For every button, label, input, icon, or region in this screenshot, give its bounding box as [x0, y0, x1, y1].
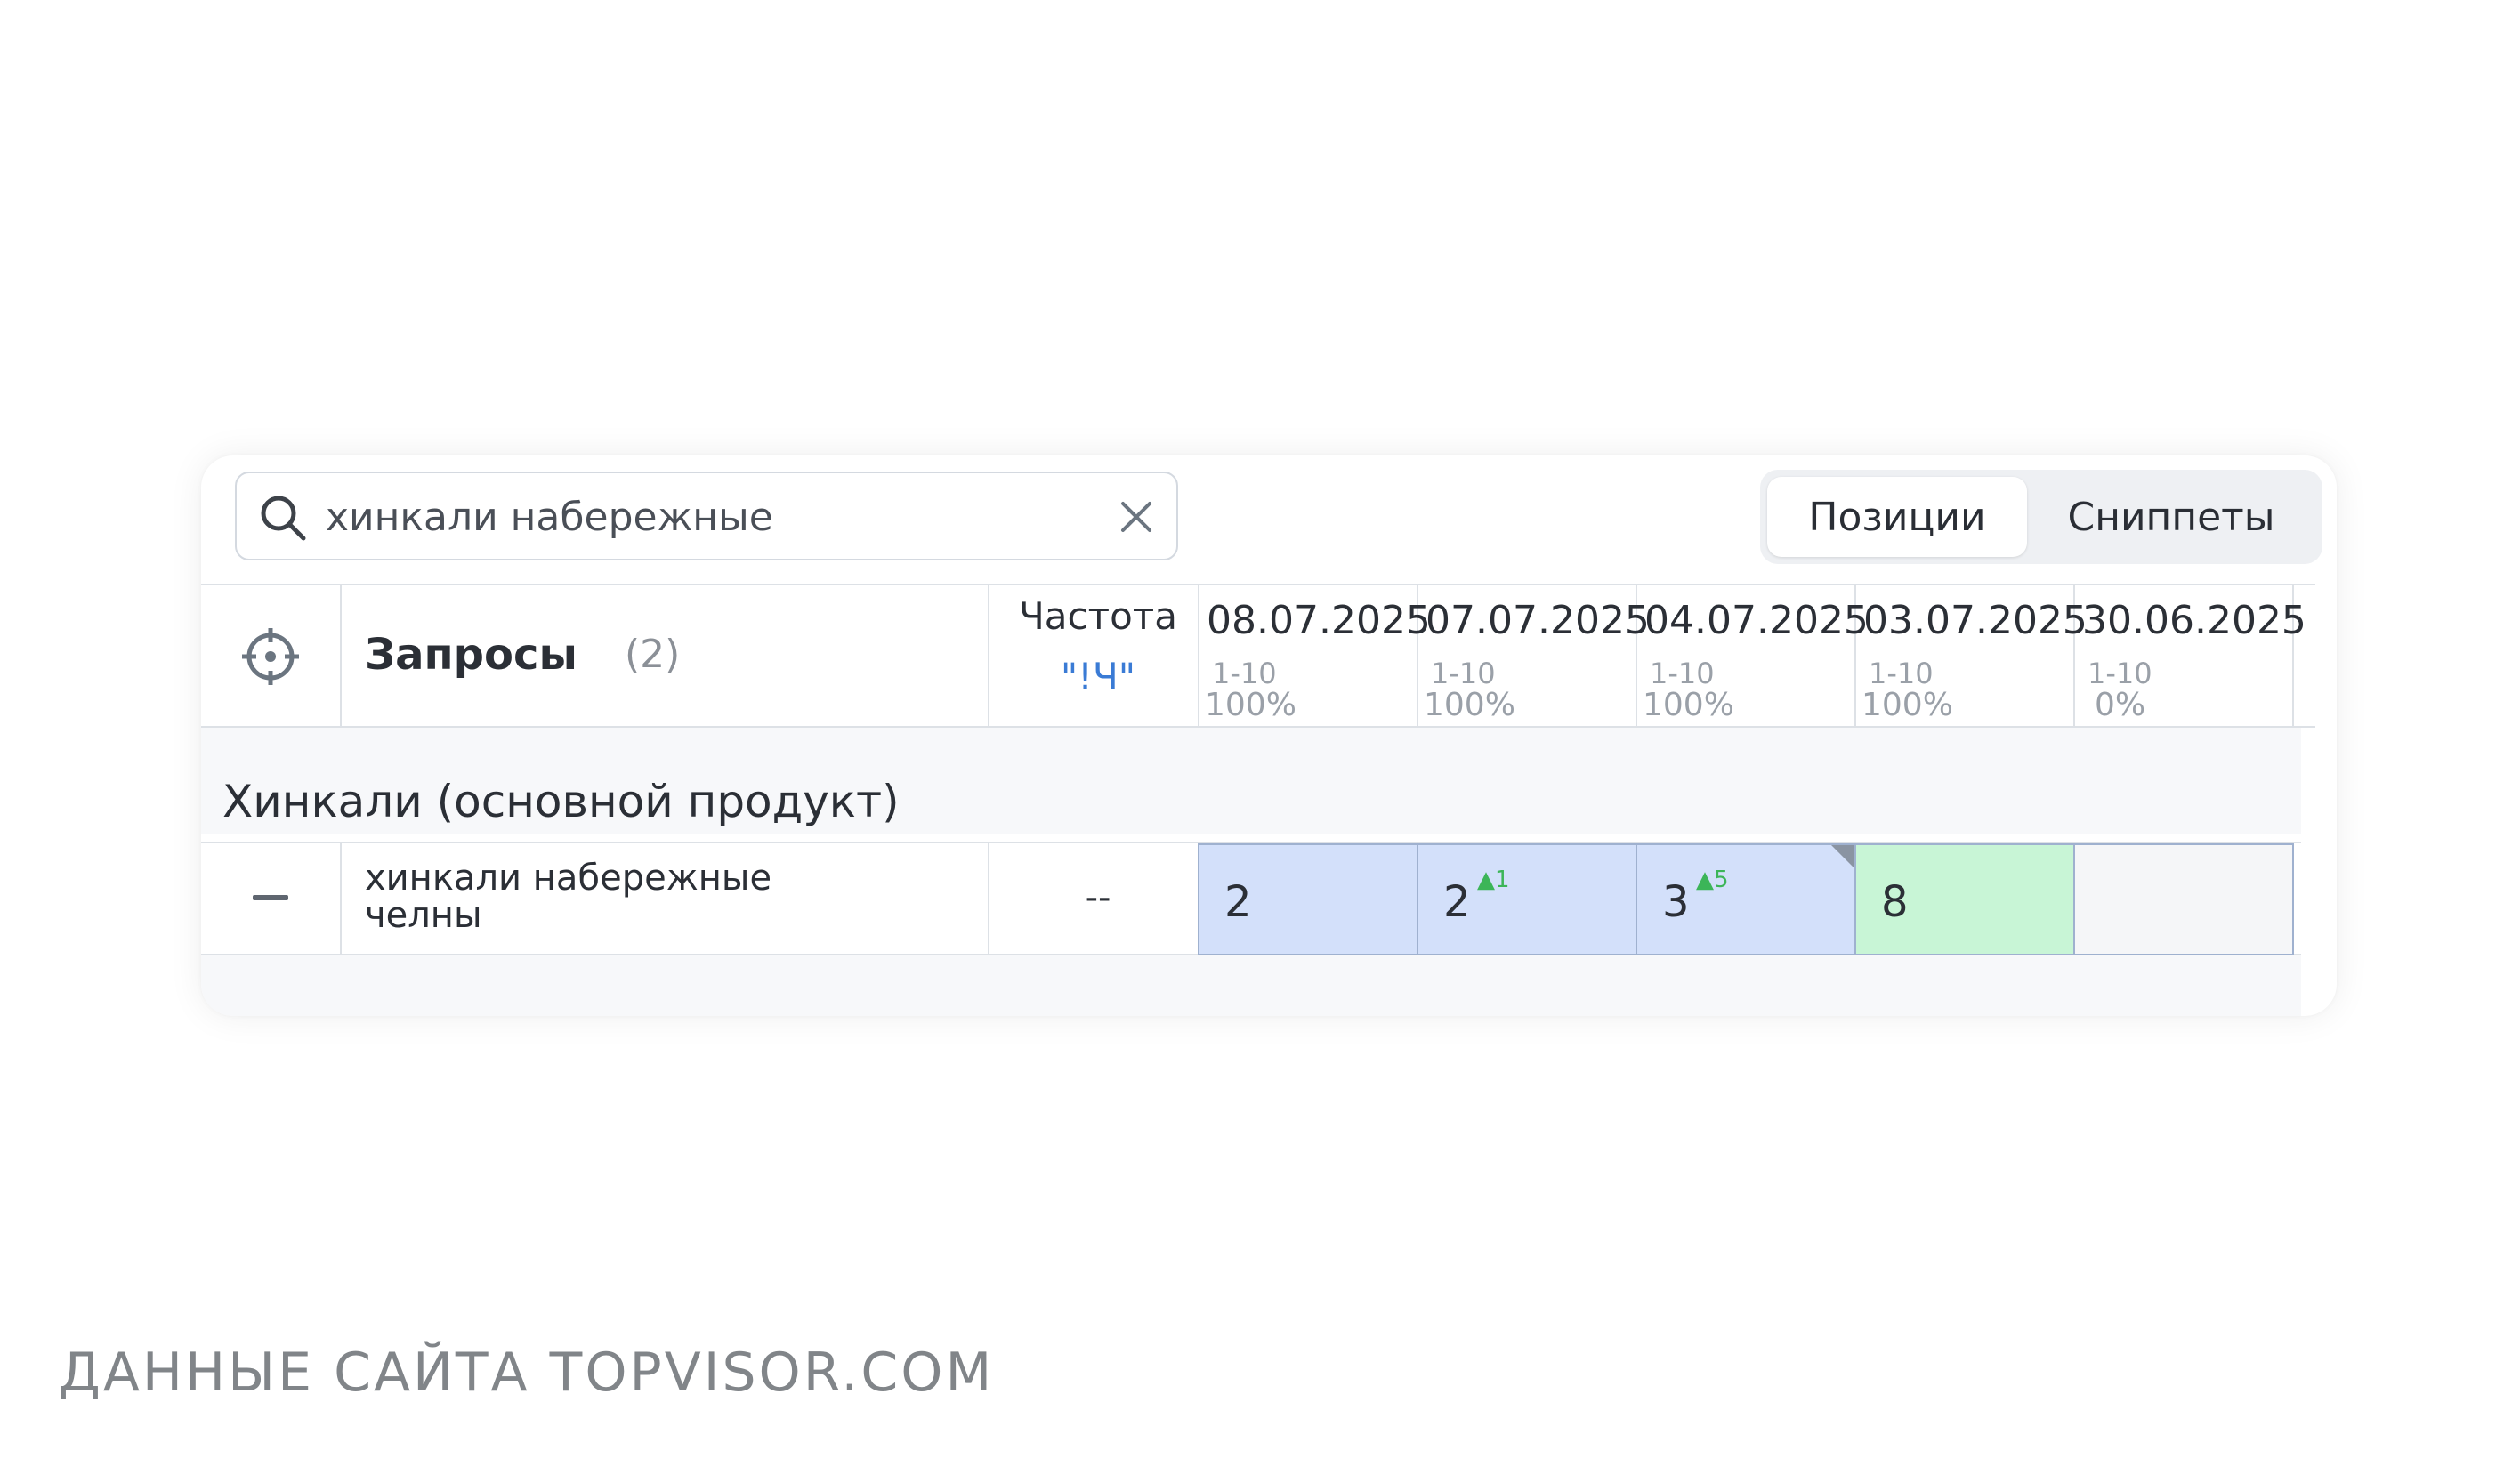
divider: [340, 842, 342, 955]
position-cell[interactable]: 3 ▲5: [1636, 843, 1856, 955]
search-input[interactable]: хинкали набережные: [235, 472, 1178, 560]
watermark: ДАННЫЕ САЙТА TOPVISOR.COM: [59, 1342, 995, 1404]
range-label: 1-10: [1650, 657, 1715, 690]
range-label: 1-10: [1869, 657, 1934, 690]
position-change-value: 1: [1495, 867, 1510, 893]
position-change-up: ▲1: [1477, 867, 1510, 893]
position-cell[interactable]: 2: [1198, 843, 1418, 955]
tab-positions[interactable]: Позиции: [1767, 477, 2027, 557]
position-value: 2: [1443, 877, 1471, 927]
divider: [201, 726, 2315, 728]
frequency-label: Частота: [1019, 594, 1177, 638]
search-icon: [261, 496, 306, 541]
position-value: 2: [1224, 877, 1252, 927]
date-header[interactable]: 30.06.2025: [2082, 598, 2306, 643]
percent-label: 100%: [1205, 687, 1296, 723]
divider: [988, 584, 989, 728]
keyword-line: челны: [365, 895, 482, 936]
table-footer-band: [201, 954, 2301, 1016]
date-header[interactable]: 08.07.2025: [1207, 598, 1431, 643]
position-cell[interactable]: 2 ▲1: [1417, 843, 1637, 955]
date-header[interactable]: 07.07.2025: [1426, 598, 1650, 643]
note-corner-icon[interactable]: [1831, 845, 1854, 868]
view-toggle: Позиции Сниппеты: [1760, 470, 2322, 564]
position-value: 3: [1662, 877, 1690, 927]
percent-label: 100%: [1424, 687, 1515, 723]
position-cell[interactable]: 8: [1854, 843, 2075, 955]
tab-snippets[interactable]: Сниппеты: [2027, 477, 2315, 557]
positions-card: хинкали набережные Позиции Сниппеты Запр…: [201, 455, 2337, 1016]
keyword-line: хинкали набережные: [365, 858, 772, 899]
divider: [201, 584, 2315, 585]
range-label: 1-10: [1431, 657, 1496, 690]
frequency-value: --: [1085, 877, 1111, 918]
position-change-up: ▲5: [1696, 867, 1729, 893]
keyword-text[interactable]: хинкали набережные челны: [365, 859, 792, 934]
date-header[interactable]: 03.07.2025: [1863, 598, 2088, 643]
target-icon[interactable]: [240, 626, 301, 687]
search-value: хинкали набережные: [326, 495, 773, 540]
percent-label: 100%: [1862, 687, 1953, 723]
percent-label: 0%: [2095, 687, 2146, 723]
position-value: 8: [1881, 877, 1909, 927]
divider: [340, 584, 342, 728]
date-header[interactable]: 04.07.2025: [1644, 598, 1869, 643]
position-change-value: 5: [1714, 867, 1729, 893]
queries-title[interactable]: Запросы: [365, 630, 578, 680]
range-label: 1-10: [2088, 657, 2152, 690]
group-title[interactable]: Хинкали (основной продукт): [222, 776, 900, 827]
frequency-type-link[interactable]: "!Ч": [991, 655, 1205, 698]
range-label: 1-10: [1212, 657, 1277, 690]
minus-icon[interactable]: [253, 895, 288, 900]
position-cell[interactable]: [2073, 843, 2294, 955]
divider: [988, 842, 989, 955]
close-icon[interactable]: [1118, 498, 1155, 536]
queries-count: (2): [625, 632, 681, 677]
percent-label: 100%: [1643, 687, 1734, 723]
